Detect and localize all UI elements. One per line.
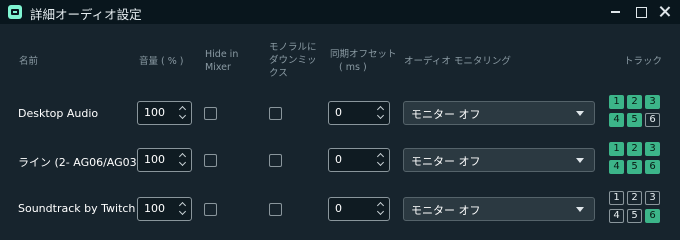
track-toggle[interactable]: 1: [609, 95, 624, 109]
track-toggle[interactable]: 3: [645, 191, 660, 205]
header-volume: 音量 ( % ): [139, 56, 184, 67]
track-toggle[interactable]: 1: [609, 191, 624, 205]
track-toggle[interactable]: 3: [645, 142, 660, 156]
track-selector: 1 2 3 4 5 6: [609, 95, 660, 129]
volume-stepper[interactable]: 100: [137, 197, 192, 221]
header-sync-offset: 同期オフセット ( ms ): [330, 48, 397, 74]
chevron-down-icon: [576, 158, 584, 163]
track-toggle[interactable]: 2: [627, 142, 642, 156]
track-toggle[interactable]: 5: [627, 160, 642, 174]
hide-in-mixer-checkbox[interactable]: [204, 107, 217, 120]
maximize-icon[interactable]: [632, 3, 650, 21]
spin-arrows-icon[interactable]: [179, 153, 187, 167]
hide-in-mixer-checkbox[interactable]: [204, 154, 217, 167]
header-name: 名前: [19, 56, 39, 67]
track-selector: 1 2 3 4 5 6: [609, 142, 660, 176]
spin-arrows-icon[interactable]: [377, 106, 385, 120]
header-sync-line: 同期オフセット: [330, 49, 397, 60]
track-toggle[interactable]: 4: [609, 113, 624, 127]
monitoring-value: モニター オフ: [411, 204, 481, 217]
track-toggle[interactable]: 4: [609, 160, 624, 174]
app-logo-icon: [8, 5, 22, 19]
track-toggle[interactable]: 6: [645, 160, 660, 174]
volume-stepper[interactable]: 100: [137, 101, 192, 125]
header-mono-line: ダウンミッ: [269, 55, 317, 66]
sync-offset-stepper[interactable]: 0: [328, 148, 390, 172]
header-hide-line: Mixer: [205, 62, 231, 73]
header-mono-line: クス: [269, 68, 288, 79]
track-toggle[interactable]: 4: [609, 209, 624, 223]
monitoring-select[interactable]: モニター オフ: [403, 148, 595, 172]
header-downmix-mono: モノラルに ダウンミッ クス: [269, 41, 317, 80]
track-toggle[interactable]: 5: [627, 113, 642, 127]
track-selector: 1 2 3 4 5 6: [609, 191, 660, 225]
sync-offset-value: 0: [335, 153, 342, 166]
track-toggle[interactable]: 3: [645, 95, 660, 109]
sync-offset-value: 0: [335, 202, 342, 215]
header-hide-line: Hide in: [205, 49, 239, 60]
downmix-mono-checkbox[interactable]: [269, 154, 282, 167]
sync-offset-stepper[interactable]: 0: [328, 101, 390, 125]
track-toggle[interactable]: 2: [627, 95, 642, 109]
volume-value: 100: [144, 106, 165, 119]
hide-in-mixer-checkbox[interactable]: [204, 203, 217, 216]
spin-arrows-icon[interactable]: [377, 153, 385, 167]
track-toggle[interactable]: 6: [645, 209, 660, 223]
minimize-icon[interactable]: [607, 3, 625, 21]
header-mono-line: モノラルに: [269, 42, 317, 53]
downmix-mono-checkbox[interactable]: [269, 107, 282, 120]
volume-value: 100: [144, 153, 165, 166]
title-bar: 詳細オーディオ設定: [0, 0, 680, 24]
track-toggle[interactable]: 1: [609, 142, 624, 156]
monitoring-select[interactable]: モニター オフ: [403, 197, 595, 221]
chevron-down-icon: [576, 207, 584, 212]
monitoring-select[interactable]: モニター オフ: [403, 101, 595, 125]
volume-value: 100: [144, 202, 165, 215]
spin-arrows-icon[interactable]: [179, 106, 187, 120]
spin-arrows-icon[interactable]: [377, 202, 385, 216]
header-tracks: トラック: [624, 56, 663, 67]
header-hide-in-mixer: Hide in Mixer: [205, 48, 238, 74]
source-name: Desktop Audio: [18, 107, 99, 120]
chevron-down-icon: [576, 111, 584, 116]
spin-arrows-icon[interactable]: [179, 202, 187, 216]
window-title: 詳細オーディオ設定: [30, 7, 142, 22]
track-toggle[interactable]: 2: [627, 191, 642, 205]
sync-offset-stepper[interactable]: 0: [328, 197, 390, 221]
monitoring-value: モニター オフ: [411, 108, 481, 121]
monitoring-value: モニター オフ: [411, 155, 481, 168]
source-name: Soundtrack by Twitch: [18, 202, 136, 215]
header-monitoring: オーディオ モニタリング: [404, 56, 511, 67]
close-icon[interactable]: [656, 3, 674, 21]
volume-stepper[interactable]: 100: [137, 148, 192, 172]
header-sync-line: ( ms ): [339, 62, 367, 73]
track-toggle[interactable]: 6: [645, 113, 660, 127]
track-toggle[interactable]: 5: [627, 209, 642, 223]
downmix-mono-checkbox[interactable]: [269, 203, 282, 216]
sync-offset-value: 0: [335, 106, 342, 119]
source-name: ライン (2- AG06/AG03): [18, 156, 141, 169]
